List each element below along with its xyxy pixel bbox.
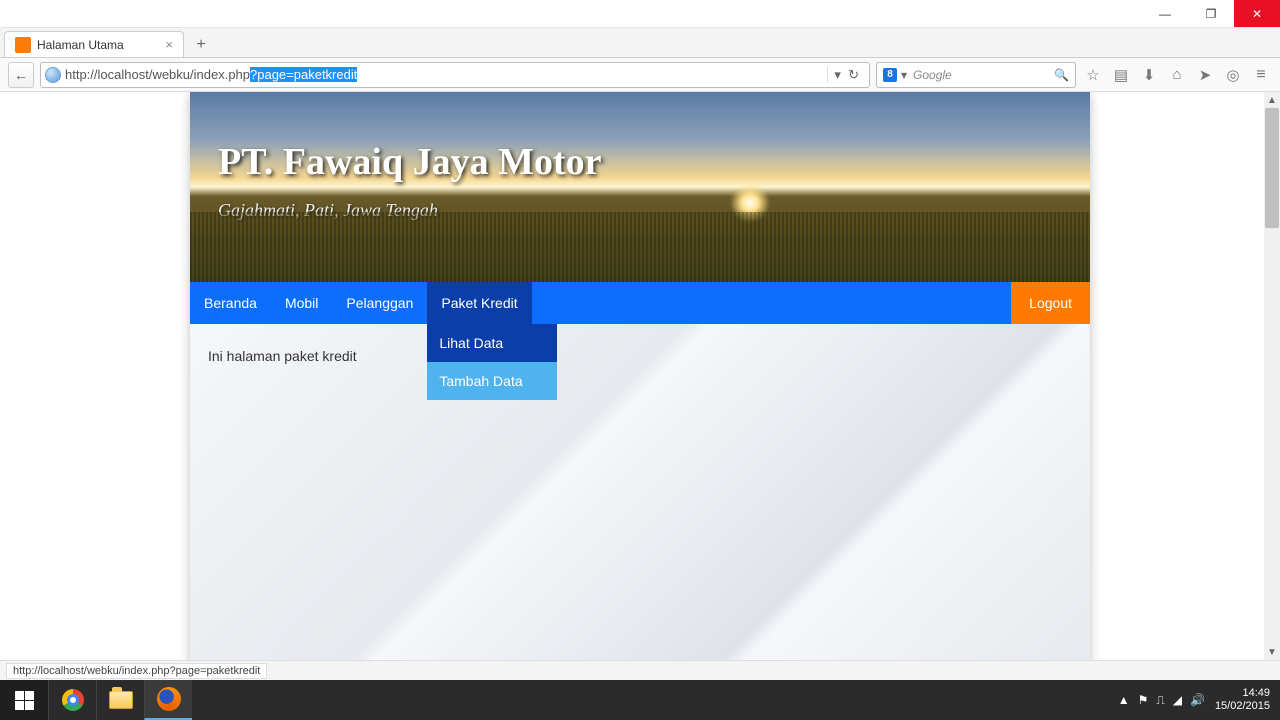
favicon-icon: [15, 37, 31, 53]
nav-pelanggan[interactable]: Pelanggan: [332, 282, 427, 324]
downloads-icon[interactable]: ⬇: [1138, 64, 1160, 86]
tab-title: Halaman Utama: [37, 38, 124, 52]
reader-icon[interactable]: ◎: [1222, 64, 1244, 86]
tray-network-icon[interactable]: ⎍: [1156, 693, 1164, 708]
windows-logo-icon: [15, 691, 34, 710]
search-engine-icon: 8: [883, 68, 897, 82]
tray-up-icon[interactable]: ▲: [1118, 693, 1130, 708]
tray-wifi-icon[interactable]: ◢: [1173, 693, 1182, 708]
nav-beranda[interactable]: Beranda: [190, 282, 271, 324]
nav-paket-kredit[interactable]: Paket Kredit Lihat Data Tambah Data: [427, 282, 531, 324]
chrome-icon: [62, 689, 84, 711]
close-button[interactable]: ✕: [1234, 0, 1280, 27]
paket-kredit-dropdown: Lihat Data Tambah Data: [427, 324, 557, 400]
minimize-button[interactable]: —: [1142, 0, 1188, 27]
page-content: Ini halaman paket kredit: [190, 324, 1090, 664]
tray-volume-icon[interactable]: 🔊: [1190, 693, 1205, 708]
tab-close-button[interactable]: ×: [155, 37, 173, 52]
bookmark-star-icon[interactable]: ☆: [1082, 64, 1104, 86]
window-titlebar: — ❐ ✕: [0, 0, 1280, 28]
scroll-up-icon[interactable]: ▲: [1264, 92, 1280, 108]
refresh-button[interactable]: ▾ ↻: [827, 67, 865, 83]
taskbar-firefox[interactable]: [144, 680, 192, 720]
home-icon[interactable]: ⌂: [1166, 64, 1188, 86]
scroll-thumb[interactable]: [1265, 108, 1279, 228]
taskbar-chrome[interactable]: [48, 680, 96, 720]
status-bar: http://localhost/webku/index.php?page=pa…: [0, 660, 1280, 680]
folder-icon: [109, 691, 133, 709]
search-arrow-icon[interactable]: ▾: [901, 68, 907, 82]
nav-logout[interactable]: Logout: [1011, 282, 1090, 324]
page-container: PT. Fawaiq Jaya Motor Gajahmati, Pati, J…: [190, 92, 1090, 664]
url-text-plain: http://localhost/webku/index.php: [65, 67, 250, 82]
nav-mobil[interactable]: Mobil: [271, 282, 332, 324]
content-text: Ini halaman paket kredit: [208, 348, 357, 364]
browser-viewport: PT. Fawaiq Jaya Motor Gajahmati, Pati, J…: [0, 92, 1280, 680]
clock-time: 14:49: [1215, 687, 1270, 700]
browser-tabstrip: Halaman Utama × +: [0, 28, 1280, 58]
site-title: PT. Fawaiq Jaya Motor: [218, 140, 601, 184]
scroll-down-icon[interactable]: ▼: [1264, 644, 1280, 660]
maximize-button[interactable]: ❐: [1188, 0, 1234, 27]
nav-paket-kredit-label: Paket Kredit: [441, 295, 517, 311]
windows-taskbar: ▲ ⚑ ⎍ ◢ 🔊 14:49 15/02/2015: [0, 680, 1280, 720]
globe-icon: [45, 67, 61, 83]
main-navbar: Beranda Mobil Pelanggan Paket Kredit Lih…: [190, 282, 1090, 324]
tray-flag-icon[interactable]: ⚑: [1138, 693, 1149, 708]
system-tray: ▲ ⚑ ⎍ ◢ 🔊 14:49 15/02/2015: [1118, 687, 1280, 713]
browser-tab[interactable]: Halaman Utama ×: [4, 31, 184, 57]
dropdown-lihat-data[interactable]: Lihat Data: [427, 324, 557, 362]
send-icon[interactable]: ➤: [1194, 64, 1216, 86]
search-placeholder: Google: [913, 68, 952, 82]
vertical-scrollbar[interactable]: ▲ ▼: [1264, 92, 1280, 660]
taskbar-explorer[interactable]: [96, 680, 144, 720]
clock-date: 15/02/2015: [1215, 700, 1270, 713]
firefox-icon: [157, 687, 181, 711]
search-input[interactable]: 8 ▾ Google 🔍: [876, 62, 1076, 88]
start-button[interactable]: [0, 680, 48, 720]
hero-banner: PT. Fawaiq Jaya Motor Gajahmati, Pati, J…: [190, 92, 1090, 282]
search-go-icon[interactable]: 🔍: [1054, 68, 1069, 82]
dropdown-tambah-data[interactable]: Tambah Data: [427, 362, 557, 400]
taskbar-clock[interactable]: 14:49 15/02/2015: [1215, 687, 1270, 713]
url-input[interactable]: http://localhost/webku/index.php?page=pa…: [40, 62, 870, 88]
url-toolbar: ← http://localhost/webku/index.php?page=…: [0, 58, 1280, 92]
status-link-text: http://localhost/webku/index.php?page=pa…: [6, 663, 267, 679]
menu-icon[interactable]: ≡: [1250, 64, 1272, 86]
back-button[interactable]: ←: [8, 62, 34, 88]
site-subtitle: Gajahmati, Pati, Jawa Tengah: [218, 200, 438, 221]
new-tab-button[interactable]: +: [188, 33, 214, 57]
clipboard-icon[interactable]: ▤: [1110, 64, 1132, 86]
url-text-selected: ?page=paketkredit: [250, 67, 357, 82]
